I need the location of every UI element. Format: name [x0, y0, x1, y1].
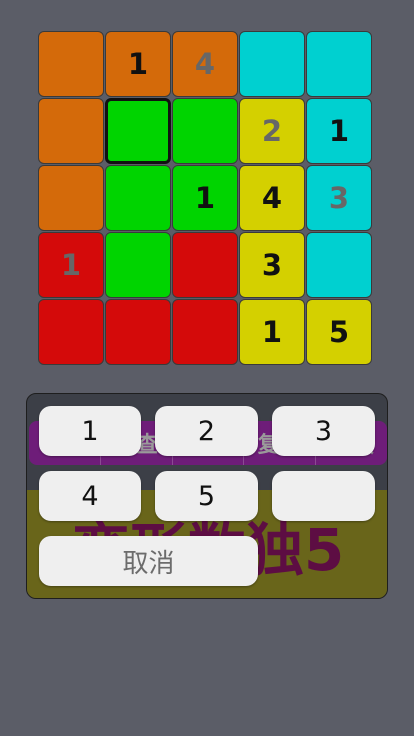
key-5[interactable]: 5 [155, 471, 258, 521]
key-4[interactable]: 4 [39, 471, 141, 521]
board-cell[interactable]: 1 [38, 232, 104, 298]
board-cell[interactable] [172, 299, 238, 365]
board-cell[interactable] [105, 232, 171, 298]
board-cell[interactable]: 1 [105, 31, 171, 97]
board-cell[interactable] [105, 98, 171, 164]
board-cell[interactable]: 5 [306, 299, 372, 365]
key-2[interactable]: 2 [155, 406, 258, 456]
board-cell[interactable]: 2 [239, 98, 305, 164]
board-cell[interactable] [38, 299, 104, 365]
key-3[interactable]: 3 [272, 406, 375, 456]
board-cell[interactable] [306, 232, 372, 298]
board-cell[interactable]: 1 [306, 98, 372, 164]
board-cell[interactable]: 1 [239, 299, 305, 365]
board-cell[interactable] [105, 299, 171, 365]
board-cell[interactable]: 4 [172, 31, 238, 97]
board-cell[interactable] [38, 31, 104, 97]
sudoku-board: 14211431315 [38, 31, 375, 368]
board-cell[interactable] [172, 98, 238, 164]
board-cell[interactable]: 3 [239, 232, 305, 298]
key-1[interactable]: 1 [39, 406, 141, 456]
board-cell[interactable]: 3 [306, 165, 372, 231]
board-cell[interactable]: 1 [172, 165, 238, 231]
board-cell[interactable] [38, 165, 104, 231]
cancel-button[interactable]: 取消 [39, 536, 258, 586]
board-cell[interactable]: 4 [239, 165, 305, 231]
key-blank[interactable] [272, 471, 375, 521]
board-cell[interactable] [239, 31, 305, 97]
number-picker-panel: 变形数独5 新题 检查 说明 复原 重做 1 2 3 4 5 取消 [26, 393, 388, 599]
board-cell[interactable] [306, 31, 372, 97]
board-cell[interactable] [105, 165, 171, 231]
board-cell[interactable] [38, 98, 104, 164]
board-cell[interactable] [172, 232, 238, 298]
